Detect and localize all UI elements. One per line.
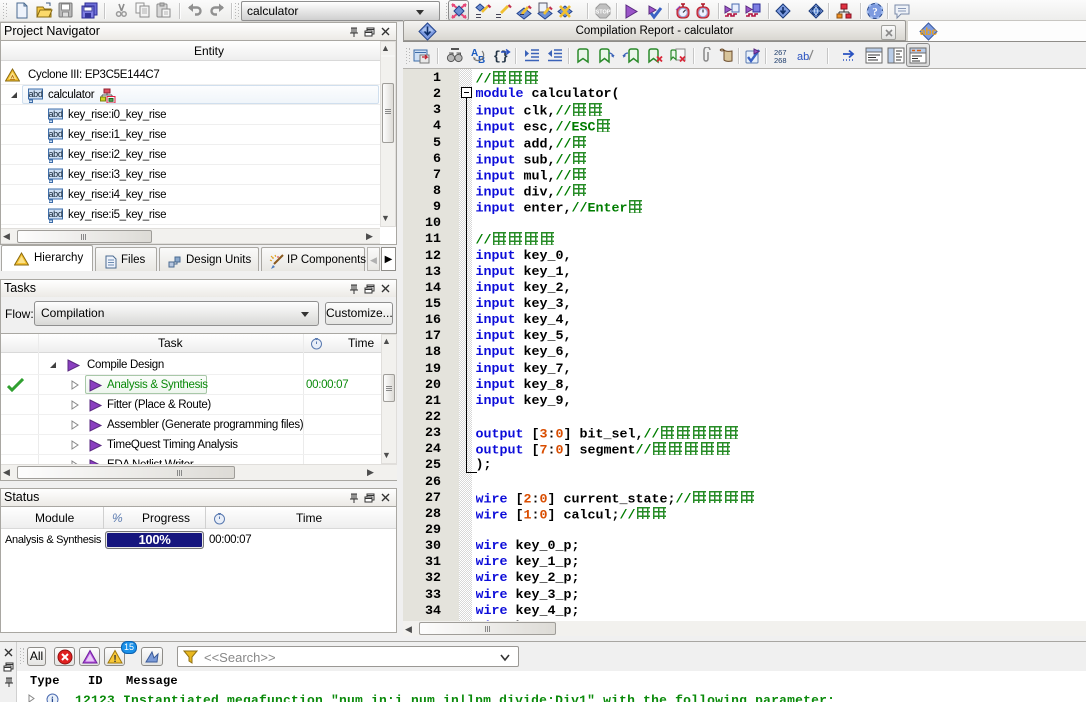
- svg-text:abd: abd: [48, 149, 62, 159]
- svg-text:abd: abd: [48, 129, 62, 139]
- svg-text:abc: abc: [920, 27, 938, 38]
- svg-text:ab: ab: [797, 51, 809, 63]
- svg-text:abd: abd: [48, 189, 62, 199]
- svg-text:i: i: [51, 695, 54, 702]
- svg-text:abd: abd: [48, 109, 62, 119]
- svg-text:abd: abd: [48, 169, 62, 179]
- svg-text:abd: abd: [48, 209, 62, 219]
- svg-text:268: 268: [774, 56, 787, 65]
- svg-text:STOP: STOP: [596, 10, 611, 16]
- svg-text:{}: {}: [493, 49, 509, 64]
- svg-text:?: ?: [872, 6, 878, 18]
- svg-text:abd: abd: [28, 89, 42, 99]
- svg-text:!: !: [113, 654, 116, 665]
